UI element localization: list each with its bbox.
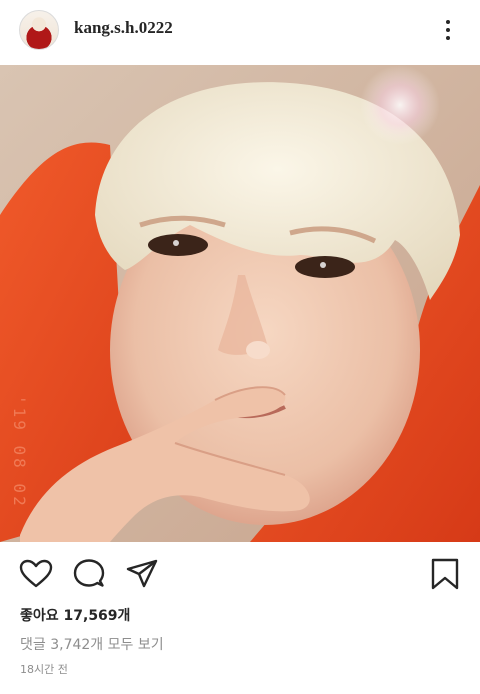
post-photo[interactable]: '19 08 02 xyxy=(0,65,480,542)
post-timestamp: 18시간 전 xyxy=(20,663,68,676)
bookmark-icon[interactable] xyxy=(427,556,463,592)
post-header: kang.s.h.0222 xyxy=(0,0,480,62)
paper-plane-icon[interactable] xyxy=(124,556,160,592)
date-stamp: '19 08 02 xyxy=(10,395,29,509)
likes-label: 좋아요 xyxy=(20,608,59,624)
heart-icon[interactable] xyxy=(18,556,54,592)
comment-icon[interactable] xyxy=(71,556,107,592)
likes-count[interactable]: 좋아요 17,569개 xyxy=(20,605,130,625)
username[interactable]: kang.s.h.0222 xyxy=(74,18,173,38)
likes-number: 17,569개 xyxy=(63,608,131,624)
more-options-icon[interactable] xyxy=(436,14,460,46)
avatar[interactable] xyxy=(19,10,59,50)
action-bar xyxy=(0,552,480,596)
view-all-comments-link[interactable]: 댓글 3,742개 모두 보기 xyxy=(20,634,164,654)
